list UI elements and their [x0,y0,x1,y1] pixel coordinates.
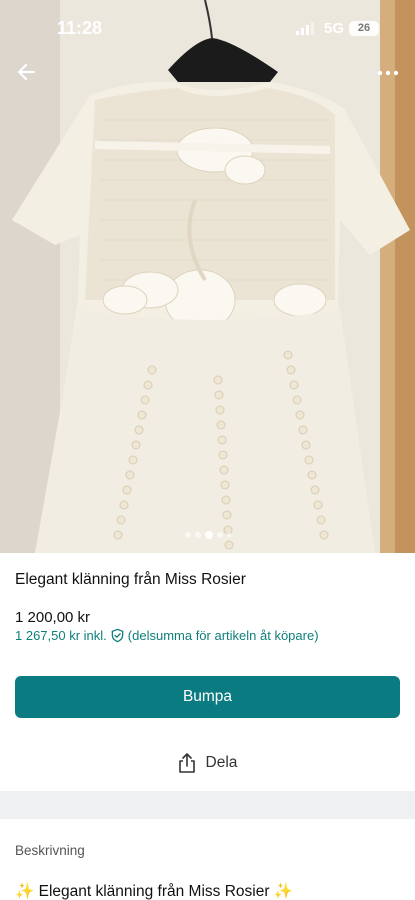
listing-title: Elegant klänning från Miss Rosier [15,571,246,588]
carousel-indicator [0,530,415,540]
price-incl-note: (delsumma för artikeln åt köpare) [127,628,319,643]
battery-icon: 26 [349,21,379,36]
arrow-left-icon [17,63,36,81]
section-divider [0,791,415,819]
bump-button[interactable]: Bumpa [15,676,400,718]
product-photo[interactable] [0,0,415,553]
share-icon [178,753,195,773]
carousel-dot[interactable] [194,532,201,538]
price-incl: 1 267,50 kr inkl. [15,628,107,643]
carousel-dot[interactable] [216,532,223,538]
status-bar: 11:28 5G 26 [0,0,415,58]
carousel-dot[interactable] [226,533,231,537]
back-button[interactable] [14,60,40,84]
share-button[interactable]: Dela [0,748,415,778]
buyer-price-info[interactable]: 1 267,50 kr inkl. (delsumma för artikeln… [15,628,319,643]
shield-check-icon [111,628,124,643]
listing-price: 1 200,00 kr [15,609,91,626]
carousel-dot[interactable] [184,532,191,538]
share-label: Dela [205,754,238,771]
dress-illustration [0,0,415,553]
carousel-dot-active[interactable] [204,531,213,539]
description-text: ✨ Elegant klänning från Miss Rosier ✨ [15,883,294,900]
more-horizontal-icon [377,70,399,76]
status-time: 11:28 [57,18,103,38]
signal-icon [296,22,314,35]
description-label: Beskrivning [15,843,85,858]
network-type: 5G [324,20,345,37]
more-options-button[interactable] [374,64,402,82]
